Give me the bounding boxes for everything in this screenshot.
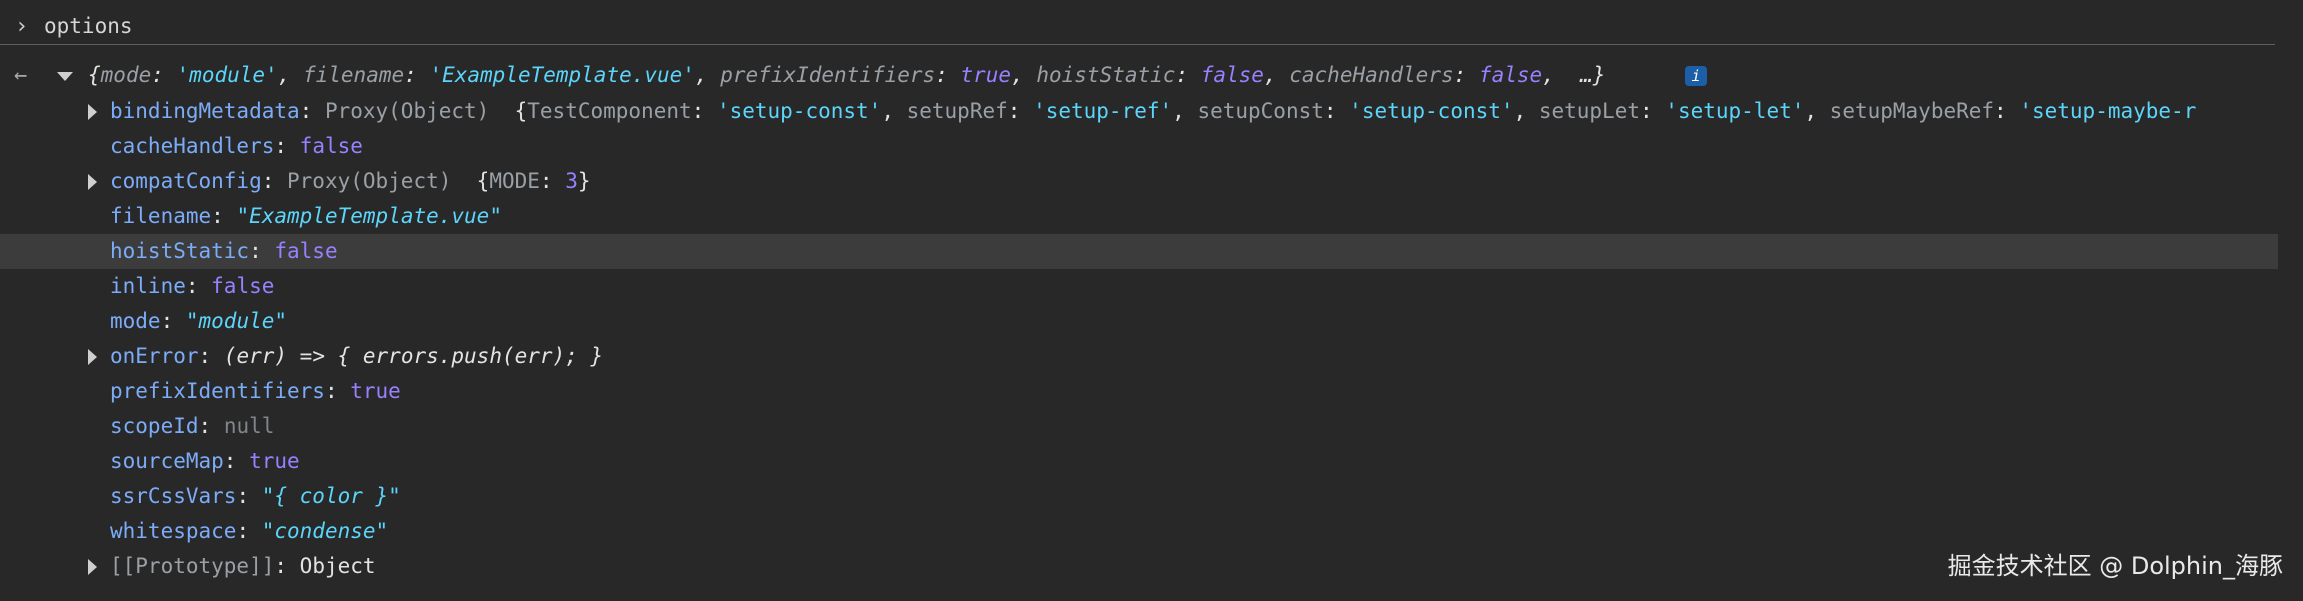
prompt-chevron-icon: › (15, 14, 29, 39)
property-row-bindingMetadata[interactable]: bindingMetadata: Proxy(Object) {TestComp… (0, 94, 2278, 129)
watermark: 掘金技术社区 @ Dolphin_海豚 (1947, 552, 2283, 580)
property-row-onError[interactable]: onError: (err) => { errors.push(err); } (0, 339, 2278, 374)
preview-value: false (1200, 63, 1264, 87)
property-row-hoistStatic: hoistStatic: false (0, 234, 2278, 269)
info-icon[interactable]: i (1685, 66, 1707, 86)
property-value: false (211, 274, 275, 298)
property-value: null (223, 414, 275, 438)
property-key: ssrCssVars (110, 484, 237, 508)
property-key: sourceMap (110, 449, 224, 473)
preview-value: 'setup-let' (1665, 99, 1805, 123)
preview-key: setupRef (906, 99, 1008, 123)
preview-key: hoistStatic (1036, 63, 1176, 87)
preview-value: 'setup-const' (1349, 99, 1514, 123)
collapse-triangle-icon[interactable] (57, 72, 73, 81)
preview-key: setupMaybeRef (1829, 99, 1995, 123)
preview-value: 'setup-ref' (1033, 99, 1173, 123)
preview-value: 'ExampleTemplate.vue' (429, 63, 695, 87)
result-arrow-icon: ← (14, 63, 28, 88)
property-value: "condense" (261, 519, 389, 543)
proxy-label: Proxy(Object) (324, 99, 490, 123)
property-key: onError (110, 344, 199, 368)
property-row-sourceMap: sourceMap: true (110, 449, 300, 473)
preview-value: 3 (565, 169, 578, 193)
property-key: mode (110, 309, 161, 333)
property-value: "module" (185, 309, 288, 333)
preview-key: TestComponent (527, 99, 692, 123)
preview-value: 'setup-maybe-r (2019, 99, 2197, 123)
function-preview: (err) => { errors.push(err); } (223, 344, 604, 368)
preview-key: setupLet (1538, 99, 1640, 123)
property-value: true (249, 449, 300, 473)
expand-triangle-icon[interactable] (88, 559, 97, 575)
preview-key: prefixIdentifiers (720, 63, 936, 87)
property-row-scopeId: scopeId: null (110, 414, 275, 438)
property-row-cacheHandlers: cacheHandlers: false (110, 134, 363, 158)
ellipsis: …} (1580, 63, 1606, 87)
expand-triangle-icon[interactable] (88, 349, 97, 365)
property-key: hoistStatic (110, 239, 250, 263)
property-row-inline: inline: false (110, 274, 275, 298)
expand-triangle-icon[interactable] (88, 104, 97, 120)
property-value: true (350, 379, 401, 403)
property-row-prefixIdentifiers: prefixIdentifiers: true (110, 379, 401, 403)
preview-value: 'module' (176, 63, 278, 87)
property-row-prototype[interactable]: [[Prototype]]: Object (0, 549, 2278, 584)
property-key: compatConfig (110, 169, 262, 193)
preview-key: mode (100, 63, 152, 87)
property-key: inline (110, 274, 186, 298)
property-key: filename (110, 204, 212, 228)
property-key: prefixIdentifiers (110, 379, 325, 403)
property-value: false (299, 134, 363, 158)
preview-key: MODE (489, 169, 540, 193)
property-value: "ExampleTemplate.vue" (236, 204, 502, 228)
brace-open: { (88, 63, 101, 87)
property-key: scopeId (110, 414, 199, 438)
property-key: [[Prototype]] (110, 554, 275, 578)
object-summary-row[interactable]: ← {mode: 'module', filename: 'ExampleTem… (0, 58, 2290, 93)
console-input-echo: › options (0, 9, 2275, 45)
preview-value: 'setup-const' (716, 99, 882, 123)
property-value: false (274, 239, 338, 263)
property-value: Object (299, 554, 376, 578)
expand-triangle-icon[interactable] (88, 174, 97, 190)
property-row-compatConfig[interactable]: compatConfig: Proxy(Object) {MODE: 3} (0, 164, 2278, 199)
property-row-whitespace: whitespace: "condense" (110, 519, 389, 543)
property-key: bindingMetadata (110, 99, 300, 123)
preview-key: cacheHandlers (1289, 63, 1454, 87)
property-row-filename: filename: "ExampleTemplate.vue" (110, 204, 502, 228)
proxy-label: Proxy(Object) (287, 169, 452, 193)
property-value: "{ color }" (261, 484, 401, 508)
property-row-ssrCssVars: ssrCssVars: "{ color }" (110, 484, 401, 508)
console-expression: options (44, 14, 133, 38)
preview-key: filename (302, 63, 405, 87)
property-row-mode: mode: "module" (110, 309, 288, 333)
preview-key: setupConst (1197, 99, 1324, 123)
property-key: whitespace (110, 519, 237, 543)
preview-value: true (960, 63, 1012, 87)
property-key: cacheHandlers (110, 134, 275, 158)
object-preview: {mode: 'module', filename: 'ExampleTempl… (88, 63, 1606, 87)
preview-value: false (1478, 63, 1543, 87)
